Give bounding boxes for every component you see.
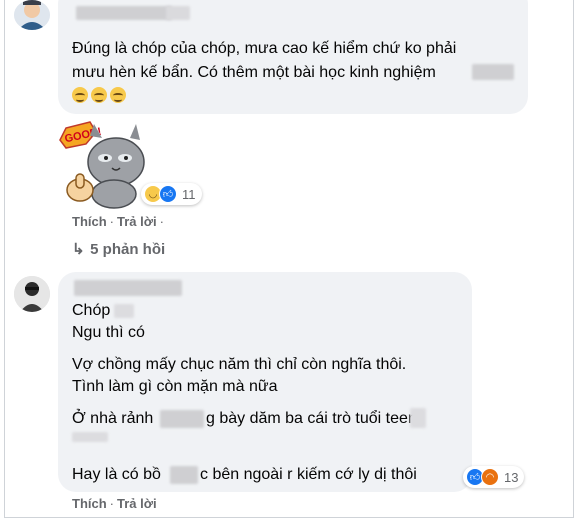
commenter-1-name-redacted bbox=[76, 6, 172, 20]
commenter-2-name-redacted bbox=[74, 280, 182, 296]
comment-1-actions: Thích · Trả lời · bbox=[72, 214, 164, 229]
view-replies-link[interactable]: ↳ 5 phản hồi bbox=[72, 240, 165, 258]
view-replies-label: 5 phản hồi bbox=[90, 241, 166, 258]
comment-2-like-button[interactable]: Thích bbox=[72, 496, 107, 511]
comment-2-line-chop: Chóp bbox=[72, 302, 111, 319]
comment-2-reaction-count: 13 bbox=[504, 469, 519, 485]
comment-2-line-vo: Vợ chồng mấy chục năm thì chỉ còn nghĩa … bbox=[72, 356, 407, 373]
comment-1-reactions[interactable]: ◡ 👍︎ 11 bbox=[141, 183, 202, 205]
comment-2-redacted-4 bbox=[72, 432, 108, 442]
avatar-illustration-icon bbox=[14, 0, 50, 30]
comment-1-like-button[interactable]: Thích bbox=[72, 214, 107, 229]
reply-arrow-icon: ↳ bbox=[72, 241, 85, 258]
comment-1-reply-button[interactable]: Trả lời bbox=[117, 214, 157, 229]
comment-2-line-ngu: Ngu thì có bbox=[72, 324, 145, 341]
comment-2-actions: Thích · Trả lời bbox=[72, 496, 157, 511]
comment-2-line-hay-part-1: Hay là có bồ bbox=[72, 466, 161, 483]
comment-1-redacted-mention bbox=[472, 64, 514, 80]
comment-2-redacted-3 bbox=[410, 408, 426, 428]
like-reaction-icon: 👍︎ bbox=[159, 185, 177, 203]
good-cat-sticker[interactable]: GOOD! bbox=[56, 118, 150, 210]
commenter-1-name-redacted-2 bbox=[166, 6, 190, 20]
comment-2-reactions[interactable]: 👍︎ ◠ 13 bbox=[463, 466, 525, 488]
grinning-sweat-emoji-icon bbox=[110, 87, 126, 103]
comment-2-line-o-part-2: g bày dăm ba cái trò tuổi teen bbox=[206, 410, 417, 427]
comment-1-text-line-2: mưu hèn kế bẩn. Có thêm một bài học kinh… bbox=[72, 64, 436, 81]
comment-2-line-hay-part-2: c bên ngoài r kiếm cớ ly dị thôi bbox=[200, 466, 417, 483]
avatar-person-icon bbox=[14, 276, 50, 312]
comment-2-redacted-2 bbox=[160, 410, 204, 428]
comment-1-reaction-count: 11 bbox=[182, 186, 196, 202]
comment-2-line-o-part-1: Ở nhà rảnh bbox=[72, 410, 154, 427]
comment-2-reply-button[interactable]: Trả lời bbox=[117, 496, 157, 511]
comment-2-line-tinh: Tình làm gì còn mặn mà nữa bbox=[72, 378, 278, 395]
comment-1-text-line-1: Đúng là chóp của chóp, mưa cao kế hiểm c… bbox=[72, 40, 457, 57]
grinning-sweat-emoji-icon bbox=[91, 87, 107, 103]
grinning-sweat-emoji-icon bbox=[72, 87, 88, 103]
commenter-1-avatar[interactable] bbox=[14, 0, 50, 30]
comment-2-redacted-5 bbox=[170, 466, 198, 484]
comment-1-emoji-row bbox=[72, 86, 129, 108]
comment-2-redacted-1 bbox=[114, 304, 134, 318]
angry-reaction-icon: ◠ bbox=[481, 468, 499, 486]
commenter-2-avatar[interactable] bbox=[14, 276, 50, 312]
